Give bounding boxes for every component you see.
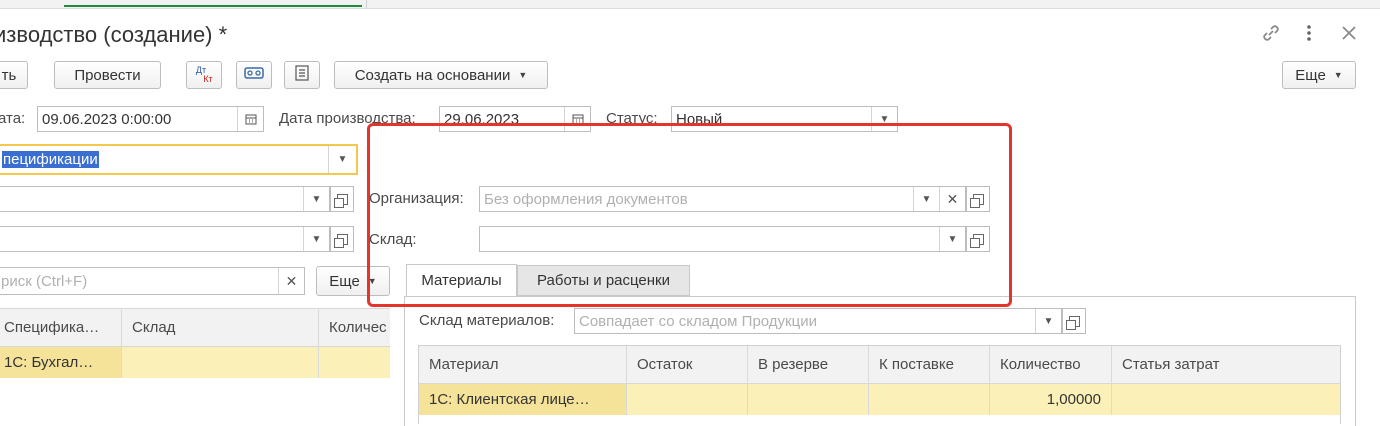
clear-icon[interactable]: ✕ [278,268,304,294]
save-button[interactable]: ть [0,61,28,89]
table-header: Специфика… Склад Количес [0,309,390,347]
column-header[interactable]: Остаток [627,346,748,383]
more-vert-icon[interactable] [1304,22,1314,49]
dt-kt-button[interactable]: Дт Кт [186,61,222,89]
date-label: ата: [0,110,26,127]
materials-warehouse-label: Склад материалов: [419,312,555,329]
post-button[interactable]: Провести [54,61,161,89]
calendar-icon[interactable] [237,107,263,131]
open-icon[interactable] [330,186,354,212]
table-cell [869,384,990,415]
chevron-down-icon: ▼ [1333,70,1343,80]
create-based-on-button[interactable]: Создать на основании ▼ [334,61,548,89]
structure-icon [295,65,309,85]
table-cell [319,347,399,378]
open-icon[interactable] [1062,308,1086,334]
table-cell [122,347,319,378]
table-cell [627,384,748,415]
link-icon[interactable] [1260,22,1282,49]
table-cell: 1С: Клиентская лице… [419,384,627,415]
column-header[interactable]: Количес [319,309,399,346]
left-field-1[interactable]: ▼ [0,186,330,212]
products-table: Специфика… Склад Количес 1С: Бухгал… [0,308,390,425]
specification-field[interactable]: пецификации ▼ [0,144,358,175]
chevron-down-icon[interactable]: ▼ [303,187,329,211]
page-title: изводство (создание) * [0,22,228,47]
table-header: Материал Остаток В резерве К поставке Ко… [419,346,1340,384]
chevron-down-icon[interactable]: ▼ [303,227,329,251]
chevron-down-icon[interactable]: ▼ [328,146,356,173]
date-field[interactable]: 09.06.2023 0:00:00 [37,106,264,132]
close-icon[interactable] [1338,22,1360,49]
open-icon[interactable] [330,226,354,252]
left-field-2[interactable]: ▼ [0,226,330,252]
table-cell [1112,384,1340,415]
column-header[interactable]: Материал [419,346,627,383]
search-input[interactable]: риск (Ctrl+F) ✕ [0,267,305,295]
materials-table: Материал Остаток В резерве К поставке Ко… [418,345,1341,424]
structure-button[interactable] [284,61,320,89]
column-header[interactable]: Специфика… [0,309,122,346]
table-cell: 1,00000 [990,384,1112,415]
highlight-frame [367,123,1012,307]
active-tab-indicator [64,5,362,7]
column-header[interactable]: К поставке [869,346,990,383]
table-cell: 1С: Бухгал… [0,347,122,378]
chevron-down-icon[interactable]: ▼ [1035,309,1061,333]
report-button[interactable] [236,61,272,89]
materials-warehouse-field[interactable]: Совпадает со складом Продукции ▼ [574,308,1062,334]
chevron-down-icon: ▼ [518,70,528,80]
column-header[interactable]: Количество [990,346,1112,383]
more-button[interactable]: Еще ▼ [1282,61,1356,89]
top-tab-strip [0,0,1380,9]
table-cell [748,384,869,415]
table-row[interactable]: 1С: Бухгал… [0,347,390,378]
table-row[interactable]: 1С: Клиентская лице… 1,00000 [419,384,1340,415]
column-header[interactable]: Склад [122,309,319,346]
tab-separator [366,0,367,8]
column-header[interactable]: В резерве [748,346,869,383]
report-icon [244,66,264,84]
column-header[interactable]: Статья затрат [1112,346,1340,383]
